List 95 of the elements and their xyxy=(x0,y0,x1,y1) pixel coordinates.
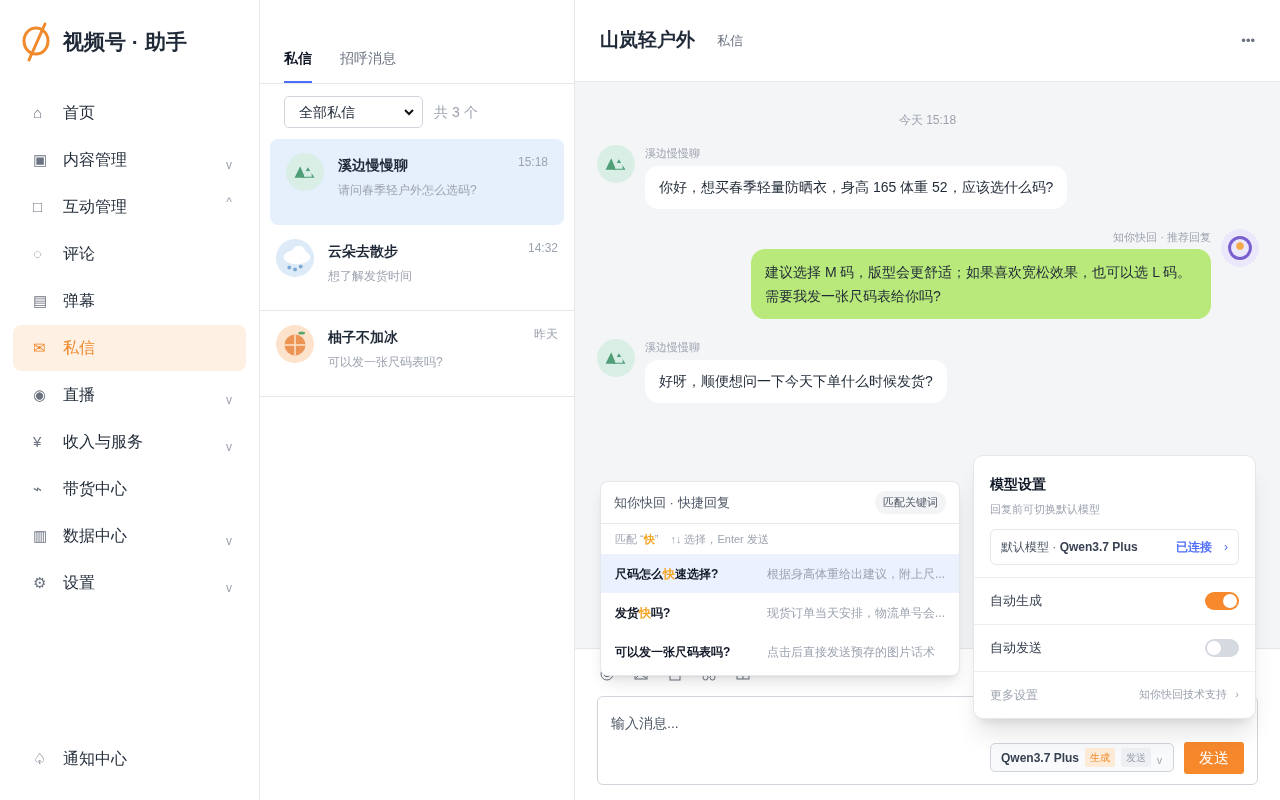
nav-item[interactable]: □ 互动管理 ^ xyxy=(13,184,246,230)
nav-icon: ▥ xyxy=(33,524,63,548)
chevron-down-icon xyxy=(404,108,414,116)
popover-title: 模型设置 xyxy=(990,475,1047,494)
mountain-avatar-icon xyxy=(597,339,635,377)
nav-icon: ◌ xyxy=(33,242,63,266)
nav-item[interactable]: ⌂ 首页 xyxy=(13,90,246,136)
message-bubble: 你好，想买春季轻量防晒衣，身高 165 体重 52，应该选什么码? xyxy=(645,165,1068,209)
nav-label: 私信 xyxy=(63,338,96,358)
chat-title: 山岚轻户外 xyxy=(600,28,695,53)
message-preview: 想了解发货时间 xyxy=(328,268,413,285)
nav-item[interactable]: ▣ 内容管理 v xyxy=(13,137,246,183)
quick-reply-item[interactable]: 可以发一张尺码表吗? 点击后直接发送预存的图片话术 xyxy=(601,632,959,671)
conversation-item[interactable]: 云朵去散步 想了解发货时间 14:32 xyxy=(260,225,574,311)
more-button[interactable]: ••• xyxy=(1241,30,1255,51)
nav-item[interactable]: ⚙ 设置 v xyxy=(13,560,246,606)
nav-icon: ▣ xyxy=(33,148,63,172)
nav-item[interactable]: ⌁ 带货中心 xyxy=(13,466,246,512)
mountain-avatar-icon xyxy=(286,153,324,191)
nav-icon: ✉ xyxy=(33,336,63,360)
nav-icon: ▤ xyxy=(33,289,63,313)
keyword-badge: 匹配关键词 xyxy=(875,491,946,514)
message-preview: 可以发一张尺码表吗? xyxy=(328,354,444,371)
mode-tag: 生成 xyxy=(1085,748,1116,767)
conversation-item[interactable]: 柚子不加冰 可以发一张尺码表吗? 昨天 xyxy=(260,311,574,397)
nav-label: 通知中心 xyxy=(63,749,127,769)
toggle-switch[interactable] xyxy=(1205,638,1239,657)
model-row[interactable]: 默认模型 · Qwen3.7 Plus 已连接 › xyxy=(990,528,1239,565)
nav-icon: □ xyxy=(33,195,63,219)
assistant-avatar-icon xyxy=(1221,228,1259,267)
nav-item[interactable]: ▤ 弹幕 xyxy=(13,278,246,324)
sender-name: 知你快回 · 推荐回复 xyxy=(1113,229,1211,245)
contact-name: 柚子不加冰 xyxy=(328,328,399,347)
nav-item[interactable]: ¥ 收入与服务 v xyxy=(13,419,246,465)
nav-label: 首页 xyxy=(63,103,96,123)
message-time: 15:18 xyxy=(517,154,548,171)
match-keyword: 匹配 “快” xyxy=(615,531,659,547)
nav-label: 内容管理 xyxy=(63,150,128,170)
nav-item[interactable]: ▥ 数据中心 v xyxy=(13,513,246,559)
nav-label: 互动管理 xyxy=(63,197,128,217)
nav-item[interactable]: ◌ 评论 xyxy=(13,231,246,277)
quick-reply-item[interactable]: 发货快吗? 现货订单当天安排，物流单号会... xyxy=(601,593,959,632)
setting-label: 自动生成 xyxy=(990,591,1042,610)
message-time: 14:32 xyxy=(527,240,558,257)
popover-title: 知你快回 · 快捷回复 xyxy=(614,493,730,512)
toggle-switch[interactable] xyxy=(1205,591,1239,610)
nav-label: 收入与服务 xyxy=(63,432,144,452)
keyboard-hint: ↑↓ 选择，Enter 发送 xyxy=(670,531,769,547)
inbox-tab[interactable]: 私信 xyxy=(284,48,312,83)
mode-tag: 发送 xyxy=(1121,748,1152,767)
message-preview: 请问春季轻户外怎么选码? xyxy=(338,182,478,199)
chevron-icon: v xyxy=(226,438,232,456)
date-divider: 今天 15:18 xyxy=(897,112,958,129)
app-title: 视频号 · 助手 xyxy=(63,29,187,56)
inbox-tab[interactable]: 招呼消息 xyxy=(340,48,396,83)
sender-name: 溪边慢慢聊 xyxy=(645,146,700,161)
nav-icon: ⌂ xyxy=(33,101,63,125)
mountain-avatar-icon xyxy=(597,145,635,183)
chevron-icon: v xyxy=(226,579,232,597)
quick-reply-item[interactable]: 尺码怎么快速选择? 根据身高体重给出建议，附上尺... xyxy=(601,554,959,593)
nav-icon: ¥ xyxy=(33,430,63,454)
nav-item[interactable]: ◉ 直播 v xyxy=(13,372,246,418)
chevron-icon: v xyxy=(226,156,232,174)
chevron-icon: v xyxy=(226,532,232,550)
nav-icon: ⚙ xyxy=(33,571,63,595)
message-bubble: 好呀，顺便想问一下今天下单什么时候发货? xyxy=(645,359,947,403)
contact-name: 溪边慢慢聊 xyxy=(338,156,409,175)
message-time: 昨天 xyxy=(534,326,558,343)
nav-label: 数据中心 xyxy=(63,526,128,546)
chevron-icon: v xyxy=(226,391,232,409)
conversation-count: 共 3 个 xyxy=(434,102,478,122)
nav-label: 弹幕 xyxy=(63,291,96,311)
popover-subtitle: 回复前可切换默认模型 xyxy=(990,502,1101,517)
setting-label: 自动发送 xyxy=(990,638,1042,657)
nav-label: 带货中心 xyxy=(63,479,128,499)
bell-icon: ♤ xyxy=(33,747,63,771)
nav-icon: ◉ xyxy=(33,383,63,407)
chevron-icon: ^ xyxy=(226,193,232,211)
nav-icon: ⌁ xyxy=(33,477,63,501)
contact-name: 云朵去散步 xyxy=(328,242,399,261)
message-bubble: 建议选择 M 码，版型会更舒适；如果喜欢宽松效果，也可以选 L 码。需要我发一张尺码表给你吗? xyxy=(751,249,1211,319)
connection-status: 已连接 xyxy=(1176,538,1212,556)
conversation-item[interactable]: 溪边慢慢聊 请问春季轻户外怎么选码? 15:18 xyxy=(270,139,564,225)
chevron-icon: v xyxy=(1157,753,1163,768)
nav-label: 评论 xyxy=(63,244,96,264)
notification-center-item[interactable]: ♤ 通知中心 xyxy=(13,736,246,782)
cloud-avatar-icon xyxy=(276,239,314,277)
sender-name: 溪边慢慢聊 xyxy=(645,340,700,355)
fruit-avatar-icon xyxy=(276,325,314,363)
model-selector[interactable]: Qwen3.7 Plus 生成 发送 v xyxy=(990,743,1174,772)
nav-label: 直播 xyxy=(63,385,96,405)
filter-dropdown[interactable]: 全部私信 xyxy=(284,96,423,128)
chat-subtitle: 私信 xyxy=(717,31,743,50)
chevron-right-icon: › xyxy=(1224,537,1228,556)
nav-label: 设置 xyxy=(63,573,96,593)
